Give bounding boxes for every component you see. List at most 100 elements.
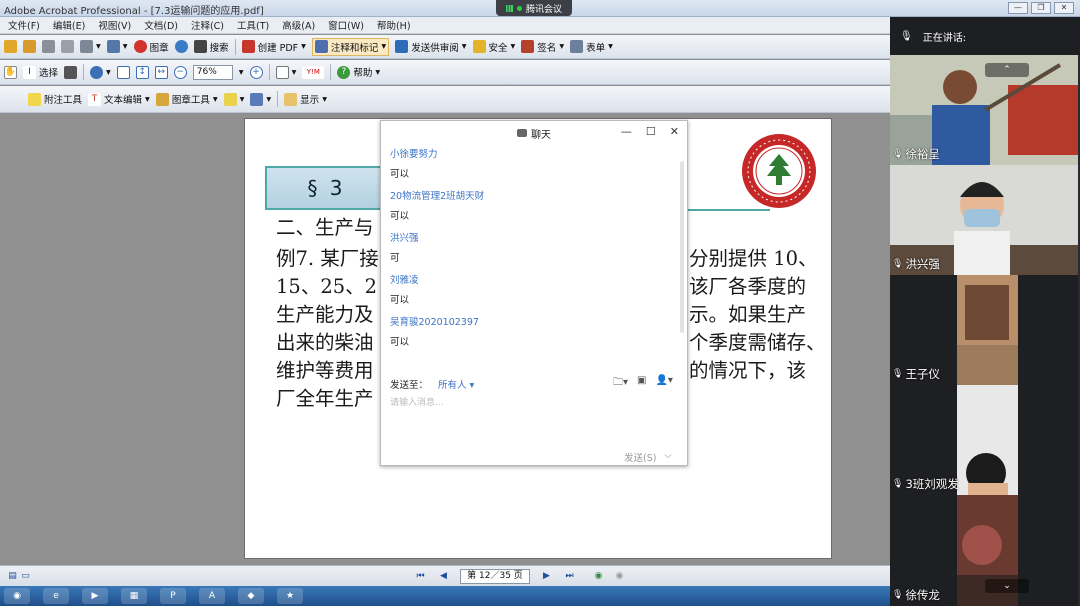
open-button[interactable] xyxy=(4,40,17,53)
file-icon[interactable]: 🗀▾ xyxy=(613,375,628,392)
chat-scrollbar[interactable] xyxy=(680,161,684,333)
meeting-icon[interactable]: ◆ xyxy=(238,588,264,604)
folder-button[interactable] xyxy=(23,40,36,53)
organizer-button[interactable]: ▾ xyxy=(80,40,101,53)
flag-icon[interactable]: ★ xyxy=(277,588,303,604)
minimize-button[interactable]: — xyxy=(1008,2,1028,14)
close-button[interactable]: ✕ xyxy=(1054,2,1074,14)
explorer-icon[interactable]: ▦ xyxy=(121,588,147,604)
rotate-button[interactable]: ▾ xyxy=(275,65,296,79)
search-web-button[interactable] xyxy=(174,40,188,53)
zoom-input[interactable]: 76% xyxy=(192,64,233,80)
next-page-icon[interactable]: ▶ xyxy=(540,570,553,582)
fit-page-button[interactable]: ↕ xyxy=(135,65,149,79)
participant-tile[interactable]: 🎙 王子仪 xyxy=(890,275,1080,385)
send-review-button[interactable]: 发送供审阅 ▾ xyxy=(395,40,467,54)
sign-label: 签名 xyxy=(537,42,557,54)
participant-name-tag: 🎙 徐传龙 xyxy=(892,587,940,603)
highlighter-icon xyxy=(223,92,237,106)
comment-markup-button[interactable]: 注释和标记 ▾ xyxy=(311,37,390,56)
menu-document[interactable]: 文档(D) xyxy=(144,18,178,32)
actual-size-button[interactable] xyxy=(116,65,130,79)
snapshot-button[interactable] xyxy=(64,65,78,79)
zoom-out-button[interactable]: − xyxy=(173,65,187,79)
print-icon xyxy=(61,40,74,53)
next-view-icon[interactable]: ◉ xyxy=(613,570,626,582)
drawing-icon xyxy=(250,92,264,106)
chat-input[interactable]: 请输入消息... xyxy=(390,395,444,408)
fit-width-button[interactable]: ↔ xyxy=(154,65,168,79)
mic-off-icon: 🎙 xyxy=(892,149,904,159)
tools-toolbar: ✋ I 选择 ▾ ↕ ↔ − 76% ▾ + ▾ Y!M ? 帮助 ▾ xyxy=(0,60,890,85)
menu-view[interactable]: 视图(V) xyxy=(98,18,131,32)
participant-tile[interactable]: ⌃ 🎙 徐裕呈 xyxy=(890,55,1080,165)
participant-tile[interactable]: 🎙 3班刘观发 xyxy=(890,385,1080,495)
translate-button[interactable]: Y!M xyxy=(302,65,325,79)
chat-close-icon[interactable]: ✕ xyxy=(670,125,679,138)
separator xyxy=(277,91,279,107)
participant-name-tag: 🎙 徐裕呈 xyxy=(892,146,940,162)
meeting-pill[interactable]: 腾讯会议 xyxy=(496,0,572,16)
send-button[interactable]: 发送(S) xyxy=(624,450,656,464)
highlight-button[interactable]: ▾ xyxy=(223,92,244,106)
prev-page-icon[interactable]: ◀ xyxy=(437,570,450,582)
ie-icon[interactable]: e xyxy=(43,588,69,604)
stamp-button[interactable]: 图章 xyxy=(133,40,169,54)
chat-message-list[interactable]: 小徐要努力 可以 20物流管理2班胡天财 可以 洪兴强可 刘雅凌 可以 吴育骏2020… xyxy=(381,145,687,369)
media-icon[interactable]: ▶ xyxy=(82,588,108,604)
menu-window[interactable]: 窗口(W) xyxy=(328,18,364,32)
drawing-button[interactable]: ▾ xyxy=(250,92,271,106)
page-number-input[interactable]: 第 12／35 页 xyxy=(460,568,530,584)
last-page-icon[interactable]: ⏭ xyxy=(563,570,576,582)
chat-sender: 刘雅凌 xyxy=(390,275,419,286)
sign-button[interactable]: 签名 ▾ xyxy=(521,40,564,54)
send-review-icon xyxy=(395,40,409,53)
search-button[interactable]: 搜索 xyxy=(193,40,229,54)
scroll-up-icon[interactable]: ⌃ xyxy=(985,63,1029,77)
page-layout-icon[interactable]: ▭ xyxy=(19,570,32,582)
chat-maximize-icon[interactable]: ☐ xyxy=(646,125,656,138)
mic-off-icon: 🎙 xyxy=(892,369,904,379)
hand-tool-button[interactable]: ✋ xyxy=(4,65,17,79)
zoom-dropdown[interactable]: ▾ xyxy=(239,67,244,78)
note-tool-button[interactable]: 附注工具 xyxy=(28,92,82,106)
menu-file[interactable]: 文件(F) xyxy=(8,18,40,32)
text-edit-button[interactable]: T 文本编辑 ▾ xyxy=(88,92,150,106)
save-button[interactable] xyxy=(42,40,55,53)
menu-advanced[interactable]: 高级(A) xyxy=(282,18,315,32)
previous-view-icon[interactable]: ◉ xyxy=(592,570,605,582)
scroll-down-icon[interactable]: ⌄ xyxy=(985,579,1029,593)
attach-button[interactable]: ▾ xyxy=(106,40,128,53)
chat-sender: 吴育骏2020102397 xyxy=(390,317,479,328)
participant-tile[interactable]: ⌄ 🎙 徐传龙 xyxy=(890,495,1080,606)
menu-tools[interactable]: 工具(T) xyxy=(237,18,269,32)
zoom-in-button[interactable]: + xyxy=(249,65,263,79)
create-pdf-label: 创建 PDF xyxy=(257,42,299,54)
acrobat-icon[interactable]: A xyxy=(199,588,225,604)
send-to-select[interactable]: 所有人 ▾ xyxy=(438,377,474,391)
powerpoint-icon[interactable]: P xyxy=(160,588,186,604)
stamp-tool-button[interactable]: 图章工具 ▾ xyxy=(155,92,218,106)
layout-icon[interactable]: ▤ xyxy=(6,570,19,582)
menu-help[interactable]: 帮助(H) xyxy=(377,18,411,32)
participant-tile[interactable]: 🎙 洪兴强 xyxy=(890,165,1080,275)
user-icon[interactable]: 👤▾ xyxy=(655,375,672,392)
send-options-icon[interactable]: ⌵ xyxy=(664,450,671,464)
restore-button[interactable]: ❐ xyxy=(1031,2,1051,14)
zoom-tool-button[interactable]: ▾ xyxy=(90,65,111,79)
first-page-icon[interactable]: ⏮ xyxy=(414,570,427,582)
select-tool-button[interactable]: I 选择 xyxy=(23,65,58,79)
create-pdf-button[interactable]: 创建 PDF ▾ xyxy=(241,40,306,54)
help-button[interactable]: ? 帮助 ▾ xyxy=(337,65,380,79)
start-button-icon[interactable]: ◉ xyxy=(4,588,30,604)
form-button[interactable]: 表单 ▾ xyxy=(570,40,613,54)
chat-minimize-icon[interactable]: — xyxy=(621,125,632,138)
menu-edit[interactable]: 编辑(E) xyxy=(53,18,85,32)
separator xyxy=(83,64,85,80)
menu-comments[interactable]: 注释(C) xyxy=(191,18,224,32)
doc-line-2-right: 分别提供 10、 xyxy=(689,247,818,270)
security-button[interactable]: 安全 ▾ xyxy=(472,40,515,54)
show-button[interactable]: 显示 ▾ xyxy=(284,92,327,106)
screenshot-icon[interactable]: ▣ xyxy=(637,375,646,392)
print-button[interactable] xyxy=(61,40,74,53)
